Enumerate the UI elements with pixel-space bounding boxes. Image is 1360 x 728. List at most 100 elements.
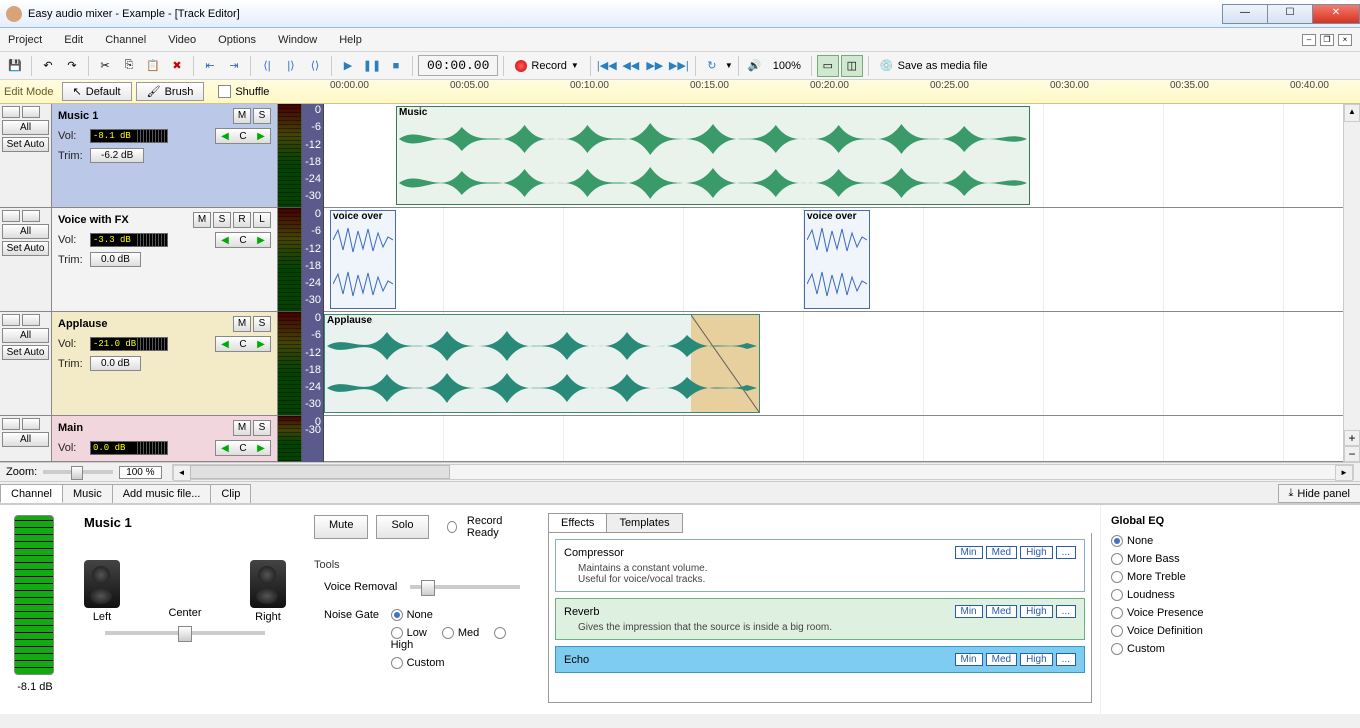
track-toggle-button[interactable] <box>22 418 40 430</box>
mute-button[interactable]: M <box>233 420 251 436</box>
track-lane[interactable]: Applause <box>324 312 1343 416</box>
pan-slider[interactable] <box>105 631 265 635</box>
arrange-area[interactable]: Music voice over voice over Applause <box>324 104 1343 462</box>
track-lane[interactable] <box>324 416 1343 462</box>
solo-button[interactable]: S <box>213 212 231 228</box>
fx-high-button[interactable]: High <box>1020 546 1053 559</box>
snap-right-icon[interactable]: ⇥ <box>223 55 245 77</box>
track-toggle-button[interactable] <box>2 418 20 430</box>
trim-end-icon[interactable]: |⟩ <box>280 55 302 77</box>
fx-med-button[interactable]: Med <box>986 653 1017 666</box>
track-toggle-button[interactable] <box>2 314 20 326</box>
solo-button[interactable]: S <box>253 420 271 436</box>
menu-video[interactable]: Video <box>168 34 196 46</box>
fx-more-button[interactable]: ... <box>1056 605 1076 618</box>
eq-more-treble-radio[interactable] <box>1111 571 1123 583</box>
audio-clip[interactable]: voice over <box>330 210 396 309</box>
tab-effects[interactable]: Effects <box>548 513 607 533</box>
record-button[interactable]: Record ▼ <box>509 58 584 74</box>
default-mode-button[interactable]: ↖ Default <box>62 82 132 101</box>
mute-button[interactable]: M <box>233 108 251 124</box>
cut-icon[interactable]: ✂ <box>94 55 116 77</box>
volume-percent[interactable]: 100% <box>768 57 806 75</box>
volume-readout[interactable]: -8.1 dB <box>90 129 168 143</box>
minimize-button[interactable]: — <box>1222 4 1268 24</box>
trim-start-icon[interactable]: ⟨| <box>256 55 278 77</box>
noise-gate-high-radio[interactable] <box>494 627 506 639</box>
goto-start-icon[interactable]: |◀◀ <box>596 55 618 77</box>
voice-removal-slider[interactable] <box>410 585 520 589</box>
track-toggle-button[interactable] <box>22 106 40 118</box>
split-icon[interactable]: ⟨⟩ <box>304 55 326 77</box>
volume-readout[interactable]: 0.0 dB <box>90 441 168 455</box>
tab-add-music-file[interactable]: Add music file... <box>112 484 212 503</box>
horizontal-scrollbar[interactable] <box>172 464 1354 480</box>
zoom-slider[interactable] <box>43 470 113 474</box>
track-header[interactable]: Applause M S Vol:-21.0 dB ◀C▶ Trim:0.0 d… <box>52 312 277 416</box>
fx-reverb[interactable]: Reverb Min Med High ... Gives the impres… <box>555 598 1085 640</box>
fx-compressor[interactable]: Compressor Min Med High ... Maintains a … <box>555 539 1085 592</box>
window2-icon[interactable]: ◫ <box>841 55 863 77</box>
fx-more-button[interactable]: ... <box>1056 546 1076 559</box>
menu-project[interactable]: Project <box>8 34 42 46</box>
track-header[interactable]: Main M S Vol:0.0 dB ◀C▶ <box>52 416 277 462</box>
noise-gate-low-radio[interactable] <box>391 627 403 639</box>
save-icon[interactable]: 💾 <box>4 55 26 77</box>
delete-icon[interactable]: ✖ <box>166 55 188 77</box>
pause-icon[interactable]: ❚❚ <box>361 55 383 77</box>
mute-button[interactable]: Mute <box>314 515 368 539</box>
goto-end-icon[interactable]: ▶▶| <box>668 55 690 77</box>
fx-echo[interactable]: Echo Min Med High ... <box>555 646 1085 673</box>
audio-clip[interactable]: Music <box>396 106 1030 205</box>
mute-button[interactable]: M <box>193 212 211 228</box>
copy-icon[interactable]: ⎘ <box>118 55 140 77</box>
noise-gate-none-radio[interactable] <box>391 609 403 621</box>
vertical-scrollbar[interactable]: + − <box>1343 104 1360 462</box>
noise-gate-custom-radio[interactable] <box>391 657 403 669</box>
volume-icon[interactable]: 🔊 <box>744 55 766 77</box>
all-button[interactable]: All <box>2 328 49 343</box>
tab-channel[interactable]: Channel <box>0 484 63 503</box>
menu-channel[interactable]: Channel <box>105 34 146 46</box>
audio-clip[interactable]: Applause <box>324 314 760 413</box>
track-lane[interactable]: Music <box>324 104 1343 208</box>
fx-med-button[interactable]: Med <box>986 605 1017 618</box>
fx-med-button[interactable]: Med <box>986 546 1017 559</box>
zoom-in-button[interactable]: + <box>1344 430 1360 446</box>
fx-min-button[interactable]: Min <box>955 653 983 666</box>
track-header[interactable]: Music 1 M S Vol:-8.1 dB ◀C▶ Trim:-6.2 dB <box>52 104 277 208</box>
zoom-value[interactable]: 100 % <box>119 466 161 479</box>
fx-high-button[interactable]: High <box>1020 653 1053 666</box>
eq-voice-definition-radio[interactable] <box>1111 625 1123 637</box>
set-auto-button[interactable]: Set Auto <box>2 345 49 360</box>
mdi-close[interactable]: × <box>1338 34 1352 46</box>
l-button[interactable]: L <box>253 212 271 228</box>
eq-loudness-radio[interactable] <box>1111 589 1123 601</box>
save-as-media-button[interactable]: 💿 Save as media file <box>874 57 994 74</box>
maximize-button[interactable]: ☐ <box>1267 4 1313 24</box>
loop-icon[interactable]: ↻ <box>701 55 723 77</box>
mdi-minimize[interactable]: – <box>1302 34 1316 46</box>
track-toggle-button[interactable] <box>2 106 20 118</box>
pan-control[interactable]: ◀C▶ <box>215 232 271 248</box>
brush-mode-button[interactable]: 🖌 Brush <box>136 82 205 101</box>
trim-readout[interactable]: 0.0 dB <box>90 252 141 267</box>
menu-options[interactable]: Options <box>218 34 256 46</box>
mute-button[interactable]: M <box>233 316 251 332</box>
menu-window[interactable]: Window <box>278 34 317 46</box>
r-button[interactable]: R <box>233 212 251 228</box>
solo-button[interactable]: S <box>253 108 271 124</box>
solo-button[interactable]: Solo <box>376 515 428 539</box>
eq-none-radio[interactable] <box>1111 535 1123 547</box>
eq-custom-radio[interactable] <box>1111 643 1123 655</box>
eq-more-bass-radio[interactable] <box>1111 553 1123 565</box>
menu-help[interactable]: Help <box>339 34 362 46</box>
tab-templates[interactable]: Templates <box>606 513 682 533</box>
fx-high-button[interactable]: High <box>1020 605 1053 618</box>
paste-icon[interactable]: 📋 <box>142 55 164 77</box>
track-toggle-button[interactable] <box>22 210 40 222</box>
record-ready-radio[interactable] <box>447 521 457 533</box>
track-toggle-button[interactable] <box>2 210 20 222</box>
solo-button[interactable]: S <box>253 316 271 332</box>
set-auto-button[interactable]: Set Auto <box>2 137 49 152</box>
